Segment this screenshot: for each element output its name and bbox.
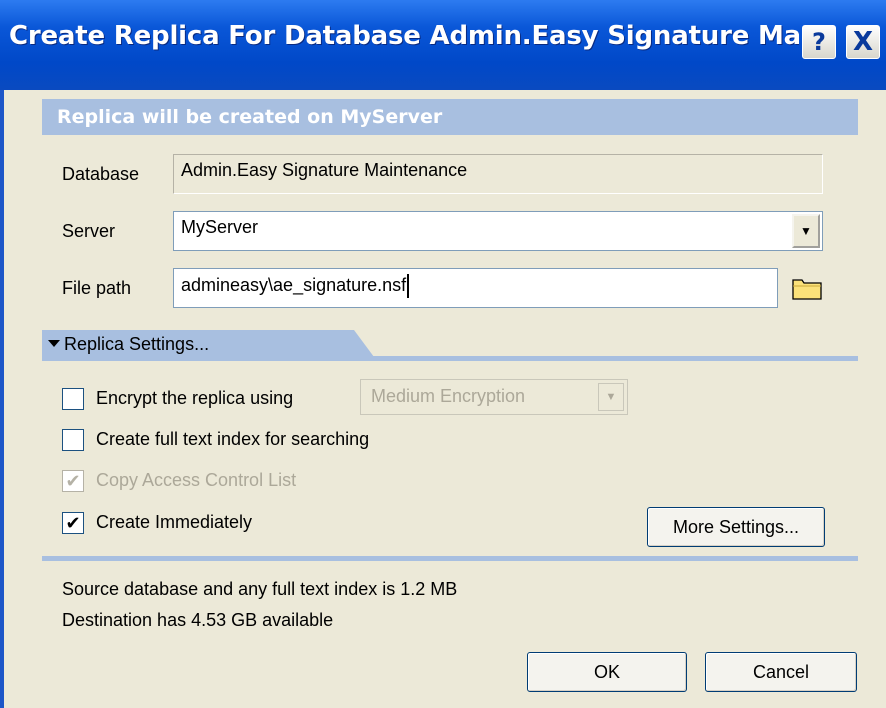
fulltext-label[interactable]: Create full text index for searching xyxy=(96,429,369,450)
more-settings-button[interactable]: More Settings... xyxy=(647,507,825,547)
folder-icon xyxy=(792,279,822,300)
cancel-label: Cancel xyxy=(752,661,810,682)
window-border xyxy=(0,90,4,708)
browse-folder-button[interactable] xyxy=(789,271,825,305)
title-bar[interactable]: Create Replica For Database Admin.Easy S… xyxy=(0,0,886,90)
chevron-down-icon: ▼ xyxy=(598,383,624,411)
server-dropdown-button[interactable]: ▼ xyxy=(792,214,820,248)
cancel-button[interactable]: Cancel xyxy=(705,652,857,692)
text-caret xyxy=(407,274,410,298)
destination-space-text: Destination has 4.53 GB available xyxy=(62,610,334,630)
more-settings-label: More Settings... xyxy=(672,516,800,537)
close-button[interactable]: X xyxy=(846,25,880,59)
copy-acl-label: Copy Access Control List xyxy=(96,470,297,490)
create-immediately-label[interactable]: Create Immediately xyxy=(96,512,252,533)
close-icon: X xyxy=(852,27,874,57)
encryption-level-value: Medium Encryption xyxy=(371,386,526,406)
server-label: Server xyxy=(62,221,116,241)
checkmark-icon: ✔ xyxy=(65,471,81,491)
replica-settings-label: Replica Settings... xyxy=(64,334,210,354)
info-divider xyxy=(42,556,858,561)
checkmark-icon: ✔ xyxy=(65,513,81,533)
ok-label: OK xyxy=(593,661,620,682)
help-button[interactable]: ? xyxy=(802,25,836,59)
server-select[interactable]: MyServer xyxy=(173,211,823,251)
fulltext-checkbox[interactable] xyxy=(62,429,84,451)
replica-settings-toggle[interactable]: Replica Settings... xyxy=(42,330,377,361)
create-immediately-checkbox[interactable]: ✔ xyxy=(62,512,84,534)
filepath-input[interactable]: admineasy\ae_signature.nsf xyxy=(173,268,778,308)
ok-button[interactable]: OK xyxy=(527,652,687,692)
copy-acl-checkbox: ✔ xyxy=(62,470,84,492)
chevron-down-icon: ▼ xyxy=(800,224,812,238)
triangle-down-icon xyxy=(48,340,60,347)
encrypt-checkbox[interactable] xyxy=(62,388,84,410)
database-label: Database xyxy=(62,164,140,184)
banner-text: Replica will be created on MyServer xyxy=(57,106,443,128)
encryption-level-select[interactable]: Medium Encryption ▼ xyxy=(360,379,628,415)
replica-destination-banner: Replica will be created on MyServer xyxy=(42,99,858,135)
filepath-label: File path xyxy=(62,278,132,298)
help-icon: ? xyxy=(812,28,826,56)
server-value: MyServer xyxy=(181,217,259,237)
source-size-text: Source database and any full text index … xyxy=(62,579,458,599)
database-field: Admin.Easy Signature Maintenance xyxy=(173,154,823,194)
encrypt-label[interactable]: Encrypt the replica using xyxy=(96,388,293,409)
window-title: Create Replica For Database Admin.Easy S… xyxy=(9,21,799,51)
filepath-value: admineasy\ae_signature.nsf xyxy=(181,274,407,295)
